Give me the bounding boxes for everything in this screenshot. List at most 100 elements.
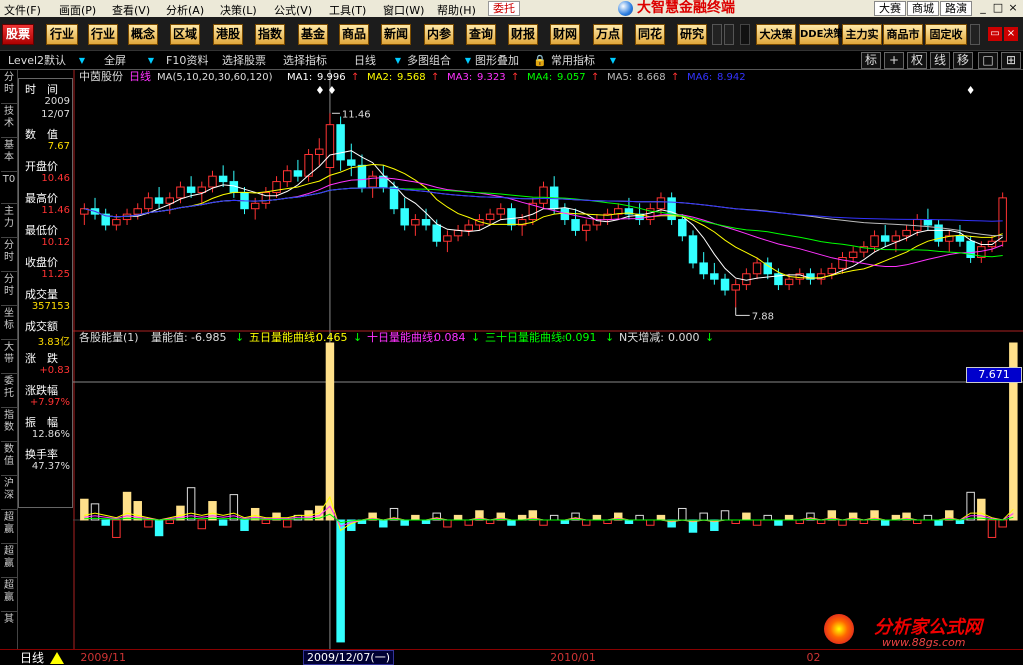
vtab-technical[interactable]: 技术	[1, 104, 17, 138]
ma-name: MA1:	[287, 72, 312, 83]
select-indicator-button[interactable]: 选择指标	[283, 53, 327, 68]
lock-icon[interactable]: 🔒	[533, 53, 547, 68]
toolbar-region-button[interactable]: 区域	[170, 24, 200, 45]
restore-icon[interactable]: ▭	[988, 27, 1002, 41]
minimize-icon[interactable]: _	[976, 1, 990, 15]
energy-bar	[186, 487, 196, 521]
toolbar-stocks-button[interactable]: 股票	[2, 24, 34, 45]
ma-value: 9.057	[557, 72, 586, 83]
stock-chart[interactable]: 中茵股份 日线 MA(5,10,20,30,60,120) MA1: 9.996 ↑ MA2…	[73, 70, 1023, 650]
toolbar-fund-button[interactable]: 基金	[298, 24, 328, 45]
vtab-values[interactable]: 数值	[1, 442, 17, 476]
toolbar-commodity-market-button[interactable]: 商品市	[883, 24, 923, 45]
info-value: 12.86%	[31, 429, 70, 440]
grid-icon[interactable]: ⊞	[1001, 52, 1021, 69]
candle-down	[432, 224, 441, 242]
vtab-superwin-3[interactable]: 超赢	[1, 578, 17, 612]
vtab-t0[interactable]: T0	[1, 172, 17, 204]
chevron-down-icon[interactable]: ▼	[393, 53, 403, 68]
daily-period-select[interactable]: 日线	[354, 53, 376, 68]
energy-bar	[816, 519, 826, 524]
vtab-superwin-1[interactable]: 超赢	[1, 510, 17, 544]
maximize-icon[interactable]: □	[991, 1, 1005, 15]
candle-down	[955, 235, 965, 242]
close-window-icon[interactable]: ×	[1006, 1, 1020, 15]
vtab-shsz[interactable]: 沪深	[1, 476, 17, 510]
energy-bar	[464, 519, 473, 526]
candle-up	[443, 235, 452, 242]
overlay-button[interactable]: 图形叠加	[475, 53, 519, 68]
window-icon[interactable]: □	[978, 52, 998, 69]
info-value: 11.25	[41, 269, 70, 280]
toolbar-separator	[740, 24, 750, 45]
move-button[interactable]: 移	[953, 52, 973, 69]
energy-bar	[784, 514, 794, 521]
entrust-button[interactable]: 委托	[488, 1, 520, 16]
menu-file[interactable]: 文件(F)	[4, 2, 41, 18]
menu-formula[interactable]: 公式(V)	[274, 2, 312, 18]
toolbar-dde-button[interactable]: DDE决策	[799, 24, 843, 45]
toolbar-news-button[interactable]: 新闻	[381, 24, 411, 45]
common-indicators-button[interactable]: 常用指标	[551, 53, 595, 68]
vtab-fundamental[interactable]: 基本	[1, 138, 17, 172]
menu-view[interactable]: 查看(V)	[112, 2, 150, 18]
toolbar-scroll-left[interactable]	[712, 24, 722, 45]
toolbar-industry2-button[interactable]: 行业	[88, 24, 118, 45]
period-label[interactable]: 日线	[20, 651, 44, 665]
toolbar-fixed-income-button[interactable]: 固定收	[925, 24, 967, 45]
chevron-down-icon[interactable]: ▼	[608, 53, 618, 68]
mall-link[interactable]: 商城	[907, 1, 939, 16]
close-panel-icon[interactable]: ×	[1004, 27, 1018, 41]
vtab-other[interactable]: 其	[1, 612, 17, 650]
menu-screen[interactable]: 画面(P)	[59, 2, 96, 18]
indicator-value: -6.985	[191, 331, 226, 344]
menu-tools[interactable]: 工具(T)	[329, 2, 366, 18]
chevron-down-icon[interactable]: ▼	[463, 53, 473, 68]
roadshow-link[interactable]: 路演	[940, 1, 972, 16]
mark-button[interactable]: 标	[861, 52, 881, 69]
vtab-bigband[interactable]: 大带	[1, 340, 17, 374]
toolbar-research-button[interactable]: 研究	[677, 24, 707, 45]
vtab-entrust[interactable]: 委托	[1, 374, 17, 408]
toolbar-ths-button[interactable]: 同花	[635, 24, 665, 45]
menu-analysis[interactable]: 分析(A)	[166, 2, 204, 18]
vtab-mainforce[interactable]: 主力	[1, 204, 17, 238]
toolbar-query-button[interactable]: 查询	[466, 24, 496, 45]
toolbar-finnet-button[interactable]: 财网	[550, 24, 580, 45]
vtab-coordinates[interactable]: 坐标	[1, 306, 17, 340]
line-button[interactable]: 线	[930, 52, 950, 69]
toolbar-wanpoint-button[interactable]: 万点	[593, 24, 623, 45]
level2-default-select[interactable]: Level2默认	[8, 53, 66, 68]
toolbar-insider-button[interactable]: 内参	[424, 24, 454, 45]
crosshair-icon[interactable]: +	[884, 52, 904, 69]
menu-decision[interactable]: 决策(L)	[220, 2, 257, 18]
menu-window[interactable]: 窗口(W)	[383, 2, 424, 18]
chevron-down-icon[interactable]: ▼	[146, 53, 156, 68]
menu-help[interactable]: 帮助(H)	[437, 2, 476, 18]
vtab-intraday[interactable]: 分时	[1, 70, 17, 104]
energy-bar	[261, 519, 271, 524]
vtab-superwin-2[interactable]: 超赢	[1, 544, 17, 578]
toolbar-concept-button[interactable]: 概念	[128, 24, 158, 45]
toolbar-mainforce-button[interactable]: 主力实	[842, 24, 882, 45]
toolbar-report-button[interactable]: 财报	[508, 24, 538, 45]
toolbar-commodity-button[interactable]: 商品	[339, 24, 369, 45]
f10-info-button[interactable]: F10资料	[166, 53, 208, 68]
warning-icon[interactable]	[50, 652, 64, 664]
select-stock-button[interactable]: 选择股票	[222, 53, 266, 68]
contest-link[interactable]: 大赛	[874, 1, 906, 16]
fullscreen-button[interactable]: 全屏	[104, 53, 126, 68]
toolbar-scroll-right[interactable]	[724, 24, 734, 45]
toolbar-industry-button[interactable]: 行业	[46, 24, 78, 45]
energy-bar	[197, 519, 207, 530]
vtab-intraday-2[interactable]: 分时	[1, 238, 17, 272]
multi-chart-button[interactable]: 多图组合	[407, 53, 451, 68]
chevron-down-icon[interactable]: ▼	[77, 53, 87, 68]
toolbar-bigdecision-button[interactable]: 大决策	[756, 24, 796, 45]
toolbar-index-button[interactable]: 指数	[255, 24, 285, 45]
vtab-index[interactable]: 指数	[1, 408, 17, 442]
toolbar-hk-button[interactable]: 港股	[213, 24, 243, 45]
toolbar-scroll-right-2[interactable]	[970, 24, 980, 45]
vtab-intraday-3[interactable]: 分时	[1, 272, 17, 306]
rights-button[interactable]: 权	[907, 52, 927, 69]
